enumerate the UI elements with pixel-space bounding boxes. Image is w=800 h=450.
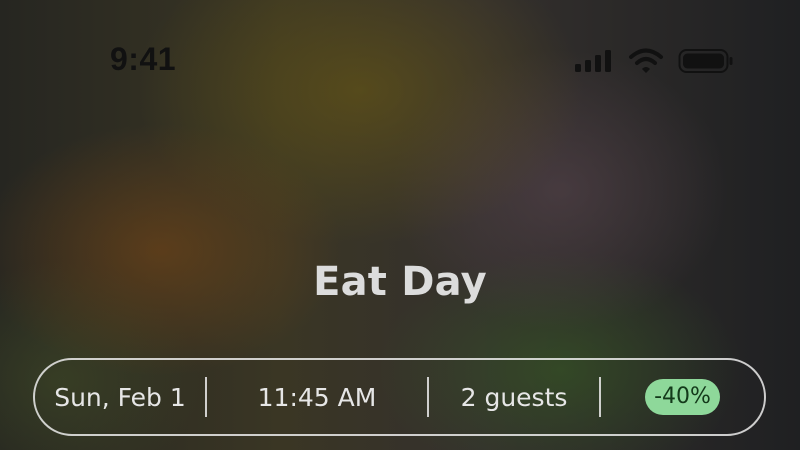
status-icons (574, 48, 734, 74)
status-bar: 9:41 (0, 0, 800, 120)
status-time: 9:41 (110, 41, 177, 77)
time-selector[interactable]: 11:45 AM (207, 360, 427, 434)
booking-bar: Sun, Feb 1 11:45 AM 2 guests -40% (33, 358, 766, 436)
discount-badge: -40% (645, 379, 720, 415)
guests-selector[interactable]: 2 guests (429, 360, 599, 434)
guests-label: 2 guests (460, 382, 568, 412)
battery-icon (678, 48, 734, 74)
time-label: 11:45 AM (257, 382, 377, 412)
cellular-signal-icon (574, 49, 614, 73)
date-label: Sun, Feb 1 (54, 382, 186, 412)
restaurant-title: Eat Day (313, 259, 487, 305)
wifi-icon (628, 48, 664, 74)
discount-segment[interactable]: -40% (601, 360, 764, 434)
date-selector[interactable]: Sun, Feb 1 (35, 360, 205, 434)
